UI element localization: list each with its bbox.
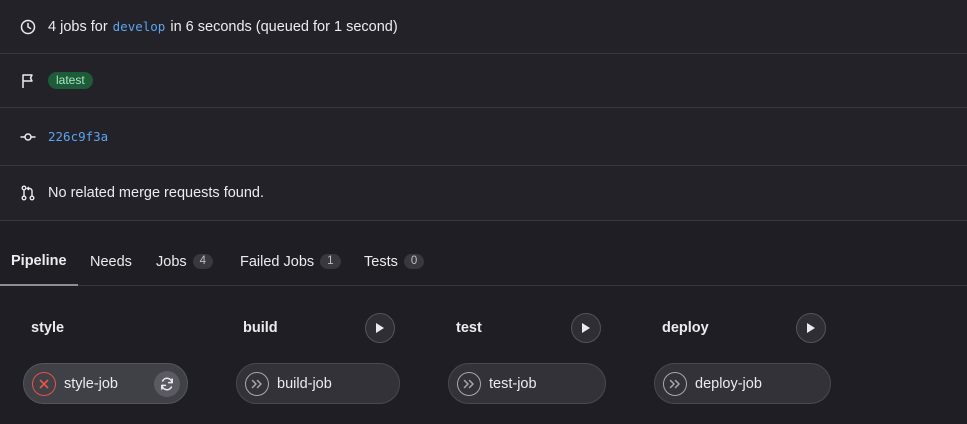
tab-label: Failed Jobs [240,253,315,270]
status-skipped-icon [663,371,687,396]
stage-title-test: test [456,320,482,336]
play-build-button[interactable] [365,313,395,343]
play-icon [807,323,815,333]
stage-title-style: style [31,320,65,336]
tab-label: Pipeline [11,252,67,269]
tab-pipeline[interactable]: Pipeline [0,237,78,286]
tab-failed-jobs[interactable]: Failed Jobs 1 [240,237,341,286]
clock-icon [20,19,36,35]
pipeline-duration-row: 4 jobs for develop in 6 seconds (queued … [0,0,967,54]
play-icon [582,323,590,333]
tab-label: Tests [364,253,398,270]
stage-title-deploy: deploy [662,320,709,336]
merge-request-row: No related merge requests found. [0,166,967,220]
merge-requests-text: No related merge requests found. [48,185,265,201]
commit-icon [20,129,36,145]
job-test[interactable]: test-job [448,363,606,404]
tab-count: 1 [320,254,341,269]
tab-label: Jobs [156,253,187,270]
status-skipped-icon [457,371,481,396]
merge-request-icon [20,185,36,201]
tab-tests[interactable]: Tests 0 [364,237,425,286]
latest-badge: latest [48,72,93,89]
tab-count: 0 [403,254,425,269]
tab-label: Needs [90,253,132,270]
job-style[interactable]: style-job [23,363,188,404]
job-name: deploy-job [695,375,762,392]
flag-icon [20,73,36,89]
pipeline-info-panel: 4 jobs for develop in 6 seconds (queued … [0,0,967,221]
branch-link[interactable]: develop [113,19,166,34]
tab-jobs[interactable]: Jobs 4 [156,237,214,286]
jobs-prefix: 4 jobs for [48,18,108,35]
tag-row: latest [0,54,967,108]
status-skipped-icon [245,371,269,396]
job-deploy[interactable]: deploy-job [654,363,831,404]
commit-sha-link[interactable]: 226c9f3a [48,129,108,144]
tab-needs[interactable]: Needs [90,237,132,286]
job-build[interactable]: build-job [236,363,400,404]
retry-icon[interactable] [154,371,180,397]
play-deploy-button[interactable] [796,313,826,343]
commit-row: 226c9f3a [0,108,967,166]
pipeline-tabs: Pipeline Needs Jobs 4 Failed Jobs 1 Test… [0,237,967,286]
job-name: build-job [277,375,332,392]
tab-count: 4 [192,254,214,269]
job-name: style-job [64,375,118,392]
play-icon [376,323,384,333]
job-name: test-job [489,375,537,392]
stage-title-build: build [243,320,278,336]
jobs-suffix: in 6 seconds (queued for 1 second) [170,18,398,35]
play-test-button[interactable] [571,313,601,343]
status-failed-icon [32,371,56,396]
